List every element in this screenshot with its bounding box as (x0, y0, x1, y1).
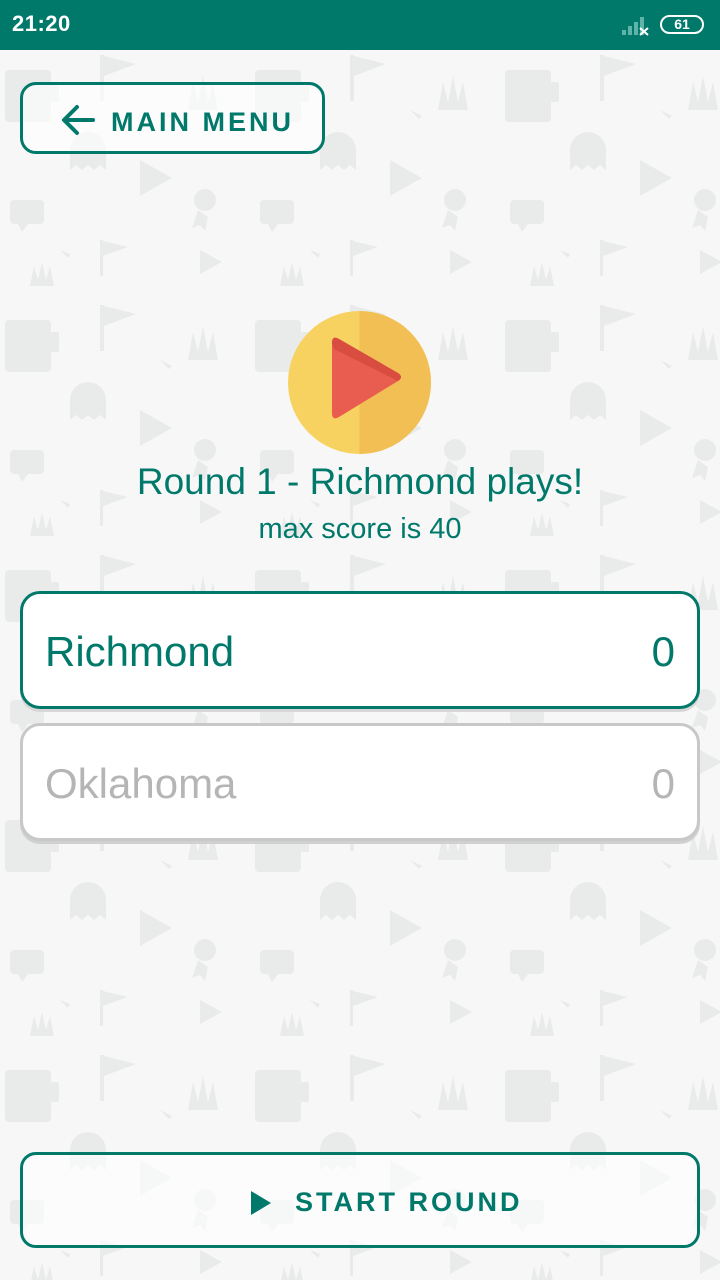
team-card-richmond[interactable]: Richmond 0 (20, 591, 700, 709)
status-time: 21:20 (12, 11, 71, 36)
team-name: Richmond (45, 628, 235, 675)
main-menu-label: MAIN MENU (111, 107, 294, 137)
round-title: Round 1 - Richmond plays! (136, 461, 584, 502)
status-bar: 21:20 61 (0, 0, 720, 50)
main-menu-button[interactable]: MAIN MENU (20, 82, 325, 154)
battery-icon: 61 (660, 15, 704, 34)
battery-level: 61 (674, 16, 690, 32)
team-name: Oklahoma (45, 760, 237, 807)
play-icon (251, 1191, 271, 1215)
max-score-text: max score is 40 (258, 513, 462, 545)
start-round-button[interactable]: START ROUND (20, 1152, 700, 1248)
arrow-left-icon (62, 105, 95, 135)
signal-icon (622, 17, 649, 36)
team-card-oklahoma[interactable]: Oklahoma 0 (20, 723, 700, 841)
start-round-label: START ROUND (295, 1187, 523, 1217)
team-score: 0 (651, 760, 675, 807)
team-score: 0 (651, 628, 675, 675)
play-circle-icon (288, 311, 431, 454)
